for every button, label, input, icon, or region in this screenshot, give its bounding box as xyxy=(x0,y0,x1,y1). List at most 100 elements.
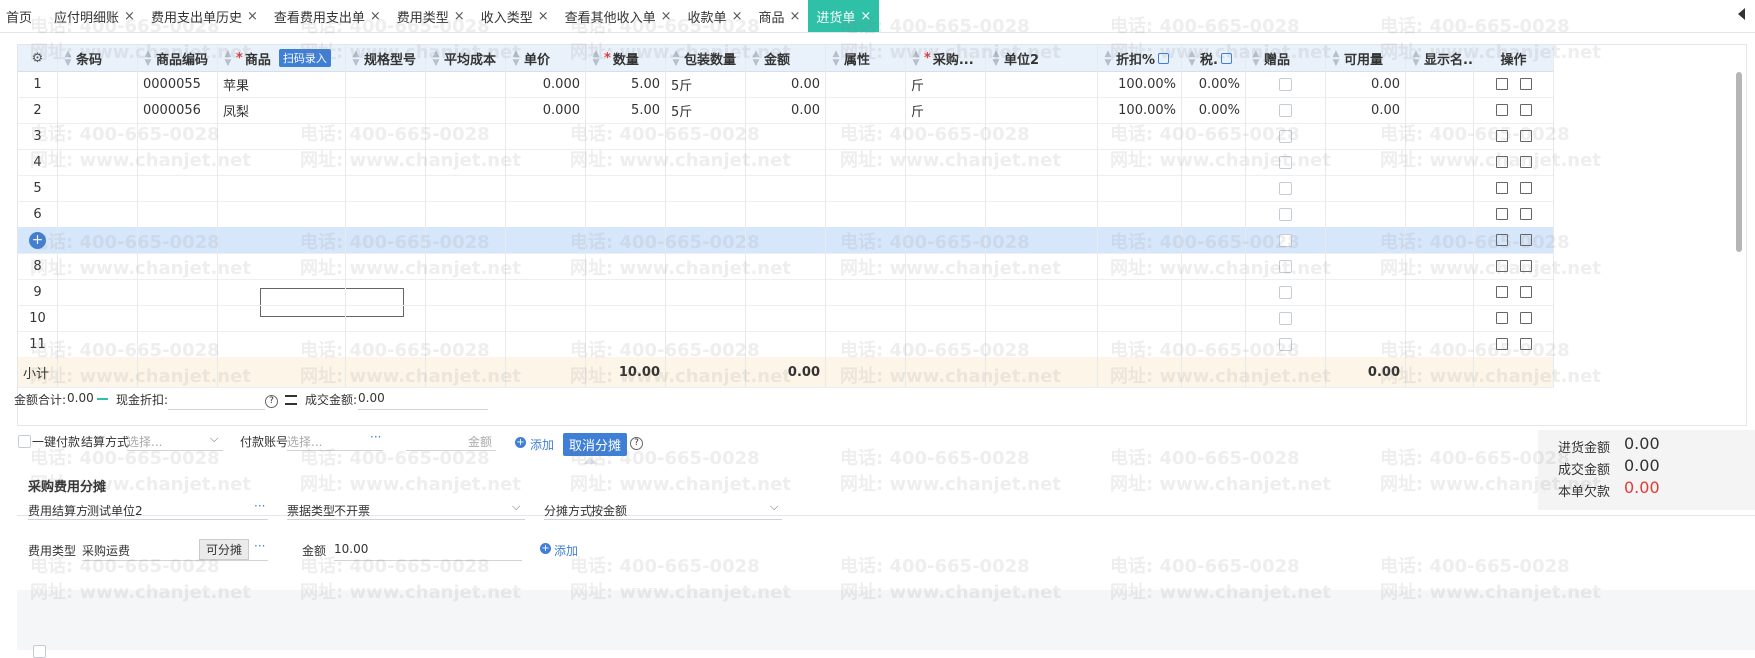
cell-unit2[interactable] xyxy=(986,305,1098,331)
cell-avgcost[interactable] xyxy=(426,123,506,149)
cell-avail[interactable] xyxy=(1326,253,1406,279)
cell-avail[interactable] xyxy=(1326,279,1406,305)
table-row[interactable]: 10 xyxy=(18,305,1554,332)
cell-gift[interactable] xyxy=(1246,279,1326,305)
column-header-tax[interactable]: ▲▼ 税. xyxy=(1182,45,1246,71)
sort-icon[interactable]: ▲▼ xyxy=(431,49,441,67)
add-circle-icon[interactable]: + xyxy=(515,437,526,448)
cell-pack[interactable] xyxy=(666,201,746,227)
cell-attr[interactable] xyxy=(826,97,906,123)
help-icon[interactable]: ? xyxy=(265,395,278,408)
cell-avail[interactable] xyxy=(1326,331,1406,357)
cell-unit[interactable] xyxy=(906,149,986,175)
cell-gift[interactable] xyxy=(1246,175,1326,201)
cell-ops[interactable] xyxy=(1474,123,1554,149)
tab-9[interactable]: 进货单 × xyxy=(808,0,880,32)
close-icon[interactable]: × xyxy=(661,9,672,24)
sort-icon[interactable]: ▲▼ xyxy=(671,49,681,67)
cell-unit2[interactable] xyxy=(986,71,1098,97)
cell-amount[interactable] xyxy=(746,201,826,227)
cell-tax[interactable]: 0.00% xyxy=(1182,71,1246,97)
cell-discount[interactable] xyxy=(1098,279,1182,305)
close-icon[interactable]: × xyxy=(370,9,381,24)
cell-ops[interactable] xyxy=(1474,175,1554,201)
sort-icon[interactable]: ▲▼ xyxy=(751,49,761,67)
column-header-spec[interactable]: ▲▼ 规格型号 xyxy=(346,45,426,71)
table-row[interactable]: 1 0000055 苹果 0.000 5.00 5斤 0.00 斤 100.00% 0.00% 0.… xyxy=(18,71,1554,98)
cell-barcode[interactable] xyxy=(58,279,138,305)
cell-code[interactable] xyxy=(138,175,218,201)
cell-display[interactable] xyxy=(1406,227,1474,253)
cell-gift[interactable] xyxy=(1246,123,1326,149)
cell-avgcost[interactable] xyxy=(426,201,506,227)
cell-unit[interactable] xyxy=(906,227,986,253)
cell-code[interactable] xyxy=(138,253,218,279)
vertical-scrollbar[interactable] xyxy=(1736,72,1742,252)
one-click-pay-checkbox[interactable] xyxy=(18,435,31,448)
cell-attr[interactable] xyxy=(826,201,906,227)
cell-tax[interactable] xyxy=(1182,149,1246,175)
cell-discount[interactable] xyxy=(1098,253,1182,279)
cell-unit[interactable] xyxy=(906,305,986,331)
cell-avgcost[interactable] xyxy=(426,71,506,97)
cell-barcode[interactable] xyxy=(58,175,138,201)
cell-price[interactable] xyxy=(506,279,586,305)
cell-unit[interactable] xyxy=(906,123,986,149)
tab-4[interactable]: 费用类型 × xyxy=(389,0,473,32)
cell-code[interactable] xyxy=(138,305,218,331)
cell-spec[interactable] xyxy=(346,97,426,123)
alloc-method-select[interactable]: 按金额 xyxy=(591,502,627,519)
tab-8[interactable]: 商品 × xyxy=(750,0,808,32)
cell-amount[interactable] xyxy=(746,227,826,253)
table-row[interactable]: 6 xyxy=(18,201,1554,228)
table-row[interactable]: 5 xyxy=(18,175,1554,202)
column-header-discount[interactable]: ▲▼ 折扣% xyxy=(1098,45,1182,71)
cell-qty[interactable] xyxy=(586,175,666,201)
cell-avail[interactable] xyxy=(1326,149,1406,175)
cell-qty[interactable] xyxy=(586,253,666,279)
cell-unit[interactable] xyxy=(906,175,986,201)
cell-qty[interactable] xyxy=(586,227,666,253)
cell-barcode[interactable] xyxy=(58,149,138,175)
chevron-down-icon-3[interactable]: ⌵ xyxy=(770,500,778,514)
gift-checkbox[interactable] xyxy=(1279,129,1292,143)
footer-checkbox[interactable] xyxy=(33,645,46,658)
cell-discount[interactable] xyxy=(1098,201,1182,227)
sort-icon[interactable]: ▲▼ xyxy=(1411,49,1421,67)
delete-row-icon[interactable] xyxy=(1495,260,1508,272)
fee-type-value[interactable]: 采购运费 xyxy=(82,542,130,559)
cell-unit2[interactable] xyxy=(986,175,1098,201)
cell-name[interactable] xyxy=(218,201,346,227)
sort-icon[interactable]: ▲▼ xyxy=(511,49,521,67)
column-header-code[interactable]: ▲▼ 商品编码 xyxy=(138,45,218,71)
cell-amount[interactable] xyxy=(746,175,826,201)
cell-name[interactable] xyxy=(218,279,346,305)
cell-barcode[interactable] xyxy=(58,97,138,123)
more-icon[interactable]: ··· xyxy=(370,430,381,444)
cell-unit[interactable]: 斤 xyxy=(906,97,986,123)
table-row[interactable]: 2 0000056 凤梨 0.000 5.00 5斤 0.00 斤 100.00% 0.00% 0.… xyxy=(18,97,1554,124)
cell-avgcost[interactable] xyxy=(426,97,506,123)
cell-price[interactable] xyxy=(506,253,586,279)
close-icon[interactable]: × xyxy=(454,9,465,24)
pay-amount-input[interactable]: 金额 xyxy=(468,433,492,450)
cell-avail[interactable]: 0.00 xyxy=(1326,97,1406,123)
copy-row-icon[interactable] xyxy=(1519,260,1532,272)
delete-row-icon[interactable] xyxy=(1495,286,1508,298)
column-header-qty[interactable]: ▲▼ * 数量 xyxy=(586,45,666,71)
sort-icon[interactable]: ▲▼ xyxy=(1103,49,1113,67)
cell-tax[interactable] xyxy=(1182,331,1246,357)
cell-name[interactable] xyxy=(218,227,346,253)
cell-avgcost[interactable] xyxy=(426,305,506,331)
gift-checkbox[interactable] xyxy=(1279,233,1292,247)
copy-row-icon[interactable] xyxy=(1519,208,1532,220)
cell-price[interactable]: 0.000 xyxy=(506,97,586,123)
settings-gear-icon[interactable]: ⚙ xyxy=(32,51,44,66)
column-header-avail[interactable]: ▲▼ 可用量 xyxy=(1326,45,1406,71)
cell-barcode[interactable] xyxy=(58,331,138,357)
cell-barcode[interactable] xyxy=(58,305,138,331)
cell-spec[interactable] xyxy=(346,201,426,227)
cell-gift[interactable] xyxy=(1246,227,1326,253)
cell-price[interactable] xyxy=(506,149,586,175)
sort-icon[interactable]: ▲▼ xyxy=(63,49,73,67)
